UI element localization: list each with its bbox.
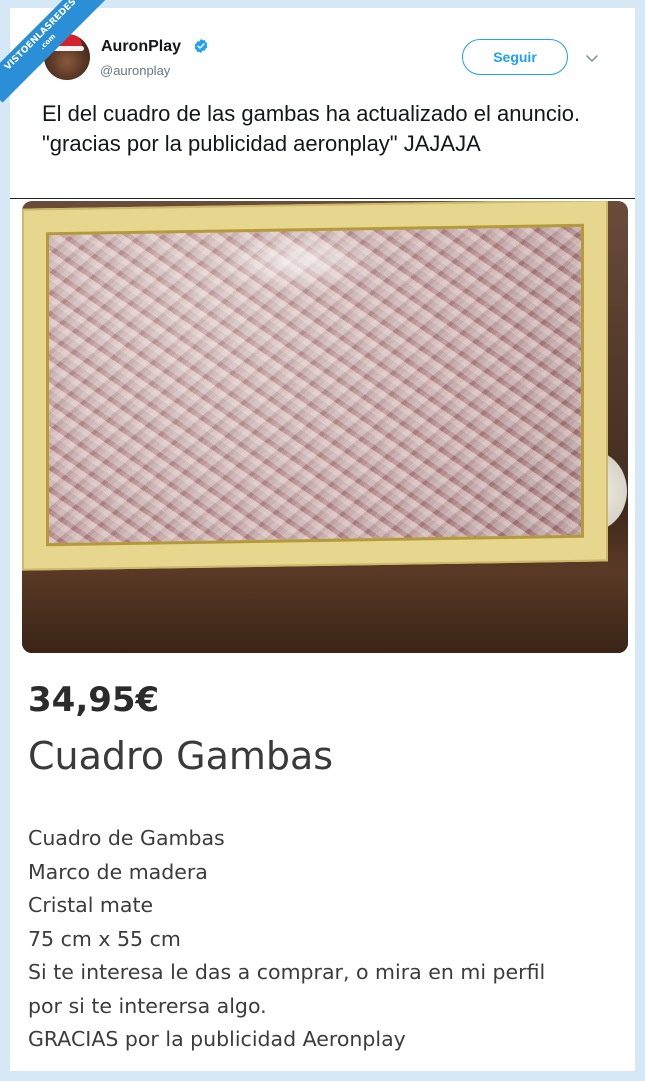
description-line: Marco de madera [28, 859, 208, 884]
author-handle[interactable]: @auronplay [100, 63, 170, 78]
chevron-down-icon[interactable] [584, 50, 600, 66]
verified-badge-icon [194, 39, 208, 53]
description-line: Cristal mate [28, 893, 154, 917]
description-line: por si te interersa algo. [28, 993, 267, 1018]
shrimp-picture [46, 223, 584, 547]
tweet-text: El del cuadro de las gambas ha actualiza… [42, 101, 581, 156]
listing-title: Cuadro Gambas [28, 734, 334, 778]
listing-price: 34,95€ [28, 680, 160, 720]
shrimp-picture-frame [22, 201, 608, 571]
description-line: Si te interesa le das a comprar, o mira … [28, 960, 546, 984]
description-line: GRACIAS por la publicidad Aeronplay [28, 1027, 406, 1051]
description-line: Cuadro de Gambas [28, 826, 225, 850]
listing-description: Cuadro de Gambas Marco de madera Cristal… [28, 822, 545, 1057]
author-name[interactable]: AuronPlay [101, 38, 181, 56]
description-line: 75 cm x 55 cm [28, 926, 181, 951]
follow-button[interactable]: Seguir [462, 39, 568, 75]
divider [10, 198, 635, 199]
listing-photo[interactable] [22, 201, 628, 653]
glass-glare [219, 229, 379, 293]
